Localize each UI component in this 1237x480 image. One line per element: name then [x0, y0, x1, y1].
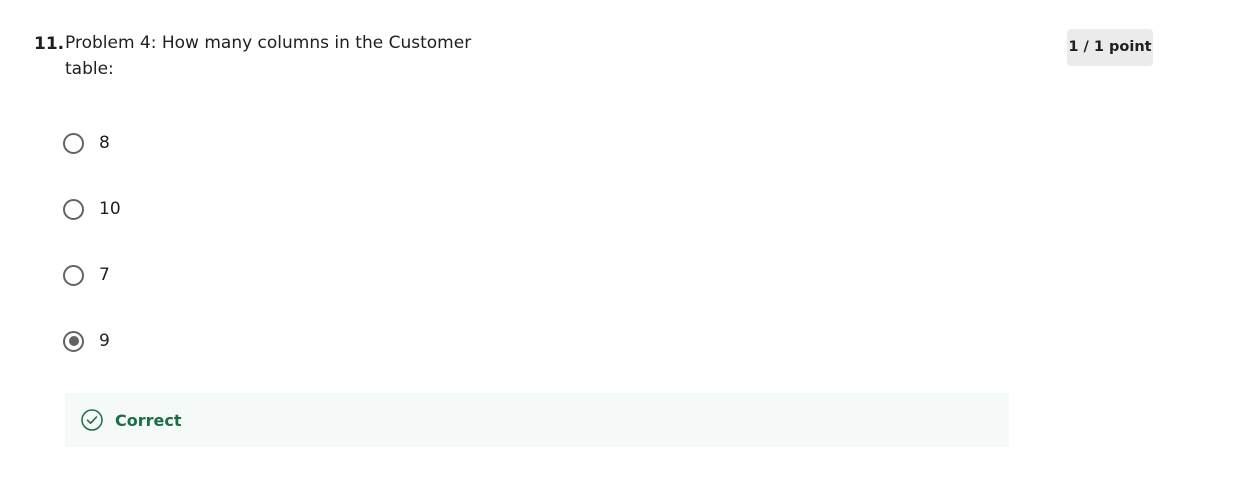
- option-8[interactable]: 8: [63, 129, 110, 157]
- option-7[interactable]: 7: [63, 261, 110, 289]
- feedback-banner: Correct: [65, 393, 1009, 447]
- option-9[interactable]: 9: [63, 327, 110, 355]
- radio-button[interactable]: [63, 264, 84, 286]
- feedback-label: Correct: [115, 410, 182, 430]
- radio-button[interactable]: [63, 132, 84, 154]
- option-label: 9: [99, 331, 110, 351]
- quiz-question: 11. Problem 4: How many columns in the C…: [0, 0, 1237, 480]
- radio-button-selected[interactable]: [63, 330, 84, 352]
- points-badge: 1 / 1 point: [1067, 29, 1153, 66]
- question-text: Problem 4: How many columns in the Custo…: [65, 33, 472, 79]
- option-10[interactable]: 10: [63, 195, 121, 223]
- option-label: 7: [99, 265, 110, 285]
- check-circle-icon: [81, 409, 103, 431]
- option-label: 8: [99, 133, 110, 153]
- radio-button[interactable]: [63, 198, 84, 220]
- question-number: 11.: [34, 34, 65, 54]
- option-label: 10: [99, 199, 121, 219]
